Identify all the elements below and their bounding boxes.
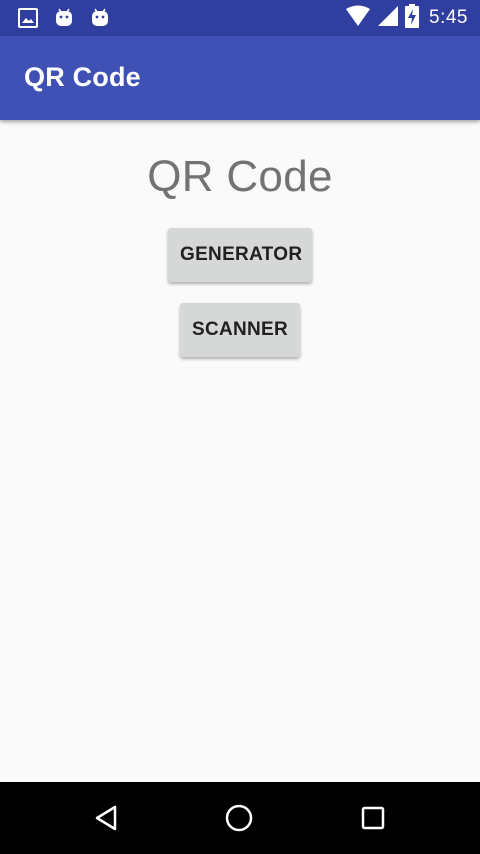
notification-icons [16,6,124,30]
recents-icon[interactable] [355,800,391,836]
system-icons: 5:45 [339,3,468,33]
back-icon[interactable] [89,800,125,836]
page-heading: QR Code [147,152,333,201]
app-title: QR Code [24,62,141,92]
navigation-bar [0,782,480,854]
status-bar: 5:45 [0,0,480,36]
main-content: QR Code GENERATOR SCANNER [0,120,480,782]
home-icon[interactable] [221,800,257,836]
battery-charging-icon [405,3,420,33]
scanner-button[interactable]: SCANNER [180,303,300,357]
wifi-icon [345,5,371,32]
app-bar: QR Code [0,36,480,120]
android-icon [88,6,112,30]
signal-icon [377,5,399,32]
android-icon [52,6,76,30]
generator-button[interactable]: GENERATOR [168,228,312,282]
image-icon [16,6,40,30]
status-time: 5:45 [429,7,468,28]
